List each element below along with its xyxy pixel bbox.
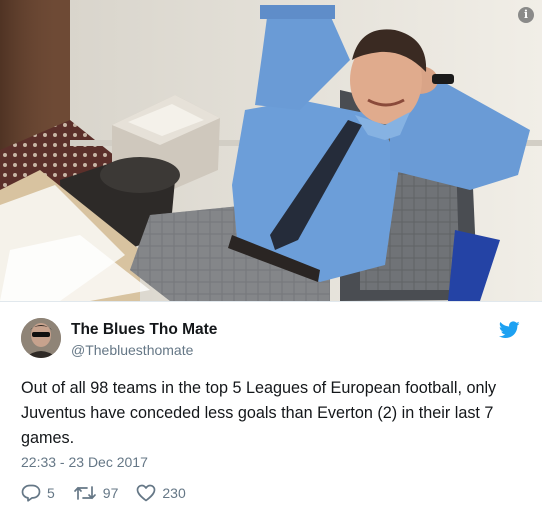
avatar[interactable] <box>21 318 61 358</box>
tweet-photo[interactable]: i <box>0 0 542 301</box>
like-count: 230 <box>162 485 186 501</box>
info-icon[interactable]: i <box>518 7 534 23</box>
office-photo-illustration <box>0 0 542 301</box>
tweet-text: Out of all 98 teams in the top 5 Leagues… <box>21 379 497 447</box>
heart-icon <box>137 484 156 502</box>
twitter-bird-icon[interactable] <box>499 321 520 339</box>
user-handle[interactable]: @Thebluesthomate <box>71 342 193 358</box>
display-name[interactable]: The Blues Tho Mate <box>71 321 217 339</box>
retweet-icon <box>73 486 96 500</box>
like-button[interactable]: 230 <box>136 484 186 502</box>
reply-icon <box>21 484 41 502</box>
retweet-button[interactable]: 97 <box>73 484 119 502</box>
tweet-timestamp[interactable]: 22:33 - 23 Dec 2017 <box>21 454 148 470</box>
reply-button[interactable]: 5 <box>21 484 55 502</box>
reply-count: 5 <box>47 485 55 501</box>
tweet-actions: 5 97 230 <box>21 482 204 504</box>
tweet-card: The Blues Tho Mate @Thebluesthomate Out … <box>0 302 542 518</box>
retweet-count: 97 <box>102 485 119 501</box>
